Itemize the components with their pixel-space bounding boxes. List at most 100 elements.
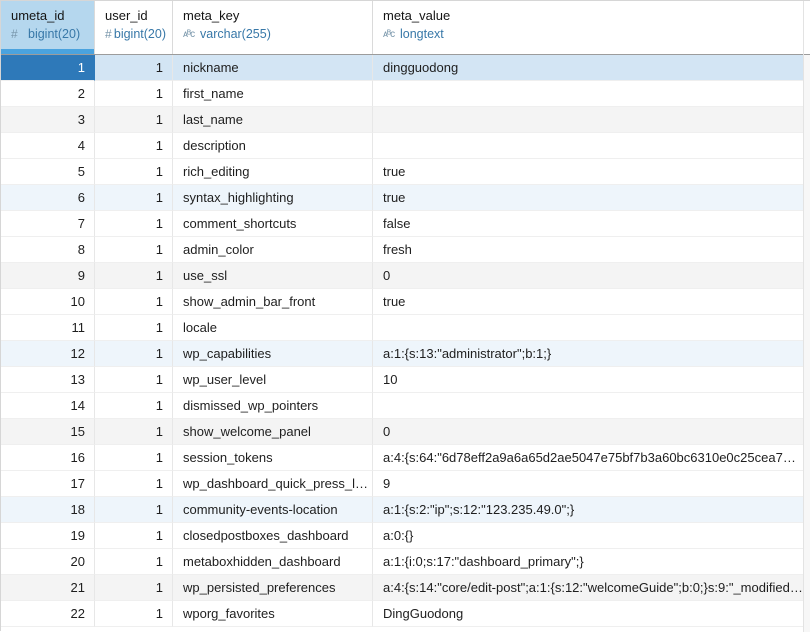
column-header-meta_value[interactable]: meta_value ᴀᴮᴄ longtext	[373, 1, 804, 54]
cell-umeta_id[interactable]: 21	[1, 575, 95, 601]
cell-meta_value[interactable]: 9	[373, 471, 804, 497]
cell-meta_key[interactable]: wp_user_level	[173, 367, 373, 393]
cell-meta_value[interactable]: 0	[373, 263, 804, 289]
cell-user_id[interactable]: 1	[95, 523, 173, 549]
cell-user_id[interactable]: 1	[95, 575, 173, 601]
cell-umeta_id[interactable]: 3	[1, 107, 95, 133]
cell-meta_key[interactable]: dismissed_wp_pointers	[173, 393, 373, 419]
cell-meta_key[interactable]: community-events-location	[173, 497, 373, 523]
cell-umeta_id[interactable]: 5	[1, 159, 95, 185]
table-row: 3 1 last_name	[1, 107, 804, 133]
cell-umeta_id[interactable]: 8	[1, 237, 95, 263]
cell-meta_value[interactable]: fresh	[373, 237, 804, 263]
cell-user_id[interactable]: 1	[95, 81, 173, 107]
cell-meta_key[interactable]: wp_capabilities	[173, 341, 373, 367]
cell-meta_value[interactable]	[373, 81, 804, 107]
cell-umeta_id[interactable]: 4	[1, 133, 95, 159]
cell-umeta_id[interactable]: 16	[1, 445, 95, 471]
cell-user_id[interactable]: 1	[95, 601, 173, 627]
cell-meta_key[interactable]: show_admin_bar_front	[173, 289, 373, 315]
cell-meta_value[interactable]	[373, 133, 804, 159]
cell-meta_key[interactable]: wp_persisted_preferences	[173, 575, 373, 601]
cell-meta_value[interactable]: a:0:{}	[373, 523, 804, 549]
cell-meta_key[interactable]: last_name	[173, 107, 373, 133]
cell-user_id[interactable]: 1	[95, 289, 173, 315]
cell-umeta_id[interactable]: 15	[1, 419, 95, 445]
vertical-scrollbar[interactable]	[803, 1, 810, 632]
cell-umeta_id[interactable]: 20	[1, 549, 95, 575]
cell-user_id[interactable]: 1	[95, 211, 173, 237]
cell-user_id[interactable]: 1	[95, 393, 173, 419]
cell-meta_key[interactable]: show_welcome_panel	[173, 419, 373, 445]
cell-umeta_id[interactable]: 19	[1, 523, 95, 549]
cell-meta_value[interactable]: true	[373, 159, 804, 185]
numeric-type-icon: #	[11, 27, 28, 41]
table-row: 13 1 wp_user_level 10	[1, 367, 804, 393]
cell-meta_value[interactable]: true	[373, 289, 804, 315]
cell-meta_key[interactable]: description	[173, 133, 373, 159]
cell-meta_key[interactable]: syntax_highlighting	[173, 185, 373, 211]
cell-user_id[interactable]: 1	[95, 185, 173, 211]
cell-meta_value[interactable]: true	[373, 185, 804, 211]
cell-umeta_id[interactable]: 13	[1, 367, 95, 393]
cell-meta_value[interactable]: a:1:{s:2:"ip";s:12:"123.235.49.0";}	[373, 497, 804, 523]
cell-meta_value[interactable]	[373, 393, 804, 419]
cell-meta_value[interactable]	[373, 107, 804, 133]
cell-umeta_id[interactable]: 1	[1, 55, 95, 81]
cell-user_id[interactable]: 1	[95, 497, 173, 523]
cell-meta_key[interactable]: session_tokens	[173, 445, 373, 471]
cell-umeta_id[interactable]: 7	[1, 211, 95, 237]
cell-meta_value[interactable]: 10	[373, 367, 804, 393]
table-row: 20 1 metaboxhidden_dashboard a:1:{i:0;s:…	[1, 549, 804, 575]
cell-user_id[interactable]: 1	[95, 367, 173, 393]
cell-umeta_id[interactable]: 11	[1, 315, 95, 341]
cell-meta_value[interactable]	[373, 315, 804, 341]
cell-user_id[interactable]: 1	[95, 315, 173, 341]
cell-meta_key[interactable]: closedpostboxes_dashboard	[173, 523, 373, 549]
cell-user_id[interactable]: 1	[95, 107, 173, 133]
table-row: 1 1 nickname dingguodong	[1, 55, 804, 81]
cell-user_id[interactable]: 1	[95, 55, 173, 81]
cell-umeta_id[interactable]: 9	[1, 263, 95, 289]
cell-user_id[interactable]: 1	[95, 419, 173, 445]
cell-meta_key[interactable]: rich_editing	[173, 159, 373, 185]
cell-meta_value[interactable]: a:1:{i:0;s:17:"dashboard_primary";}	[373, 549, 804, 575]
cell-meta_key[interactable]: nickname	[173, 55, 373, 81]
cell-user_id[interactable]: 1	[95, 341, 173, 367]
cell-user_id[interactable]: 1	[95, 263, 173, 289]
cell-meta_key[interactable]: metaboxhidden_dashboard	[173, 549, 373, 575]
cell-meta_key[interactable]: admin_color	[173, 237, 373, 263]
cell-meta_key[interactable]: wp_dashboard_quick_press_las...	[173, 471, 373, 497]
cell-meta_value[interactable]: false	[373, 211, 804, 237]
cell-umeta_id[interactable]: 2	[1, 81, 95, 107]
cell-meta_key[interactable]: comment_shortcuts	[173, 211, 373, 237]
cell-umeta_id[interactable]: 10	[1, 289, 95, 315]
cell-umeta_id[interactable]: 17	[1, 471, 95, 497]
cell-meta_key[interactable]: wporg_favorites	[173, 601, 373, 627]
cell-meta_value[interactable]: a:4:{s:14:"core/edit-post";a:1:{s:12:"we…	[373, 575, 804, 601]
cell-umeta_id[interactable]: 6	[1, 185, 95, 211]
cell-user_id[interactable]: 1	[95, 471, 173, 497]
cell-umeta_id[interactable]: 14	[1, 393, 95, 419]
cell-user_id[interactable]: 1	[95, 445, 173, 471]
cell-meta_value[interactable]: dingguodong	[373, 55, 804, 81]
results-grid: umeta_id # bigint(20) user_id # bigint(2…	[0, 0, 810, 631]
cell-user_id[interactable]: 1	[95, 237, 173, 263]
cell-meta_key[interactable]: use_ssl	[173, 263, 373, 289]
cell-meta_value[interactable]: a:4:{s:64:"6d78eff2a9a6a65d2ae5047e75bf7…	[373, 445, 804, 471]
cell-meta_value[interactable]: a:1:{s:13:"administrator";b:1;}	[373, 341, 804, 367]
cell-meta_key[interactable]: first_name	[173, 81, 373, 107]
cell-user_id[interactable]: 1	[95, 133, 173, 159]
cell-meta_key[interactable]: locale	[173, 315, 373, 341]
cell-umeta_id[interactable]: 12	[1, 341, 95, 367]
cell-meta_value[interactable]: 0	[373, 419, 804, 445]
cell-user_id[interactable]: 1	[95, 159, 173, 185]
cell-umeta_id[interactable]: 18	[1, 497, 95, 523]
column-header-user_id[interactable]: user_id # bigint(20)	[95, 1, 173, 54]
cell-umeta_id[interactable]: 22	[1, 601, 95, 627]
column-header-meta_key[interactable]: meta_key ᴀᴮᴄ varchar(255)	[173, 1, 373, 54]
cell-meta_value[interactable]: DingGuodong	[373, 601, 804, 627]
column-name: meta_value	[383, 8, 797, 23]
cell-user_id[interactable]: 1	[95, 549, 173, 575]
column-header-umeta_id[interactable]: umeta_id # bigint(20)	[1, 1, 95, 54]
